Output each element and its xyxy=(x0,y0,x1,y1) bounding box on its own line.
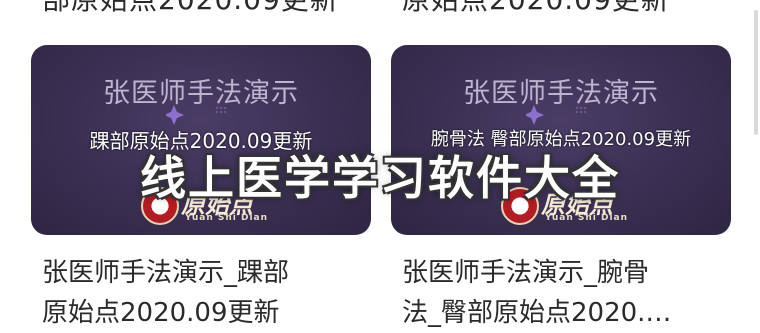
caption-line: 原始点2020.09更新 xyxy=(42,298,280,328)
logo-pinyin: Yuan Shi Dian xyxy=(185,213,269,223)
video-caption-2[interactable]: 张医师手法演示_腕骨 法_臀部原始点2020.… xyxy=(402,253,732,333)
caption-line: 张医师手法演示_踝部 xyxy=(42,258,290,288)
video-caption-1[interactable]: 张医师手法演示_踝部 原始点2020.09更新 xyxy=(42,253,372,333)
scrollbar[interactable] xyxy=(754,10,758,135)
sparkle-icon xyxy=(526,105,586,125)
top-caption-left[interactable]: 部原始点2020.09更新 xyxy=(42,0,339,18)
sparkle-icon xyxy=(166,105,226,125)
logo-pinyin: Yuan Shi Dian xyxy=(545,213,629,223)
caption-line: 张医师手法演示_腕骨 xyxy=(402,258,650,288)
overlay-banner-text: 线上医学学习软件大全 xyxy=(140,151,620,205)
caption-line: 法_臀部原始点2020.… xyxy=(402,298,672,328)
top-caption-right[interactable]: 原始点2020.09更新 xyxy=(402,0,670,18)
